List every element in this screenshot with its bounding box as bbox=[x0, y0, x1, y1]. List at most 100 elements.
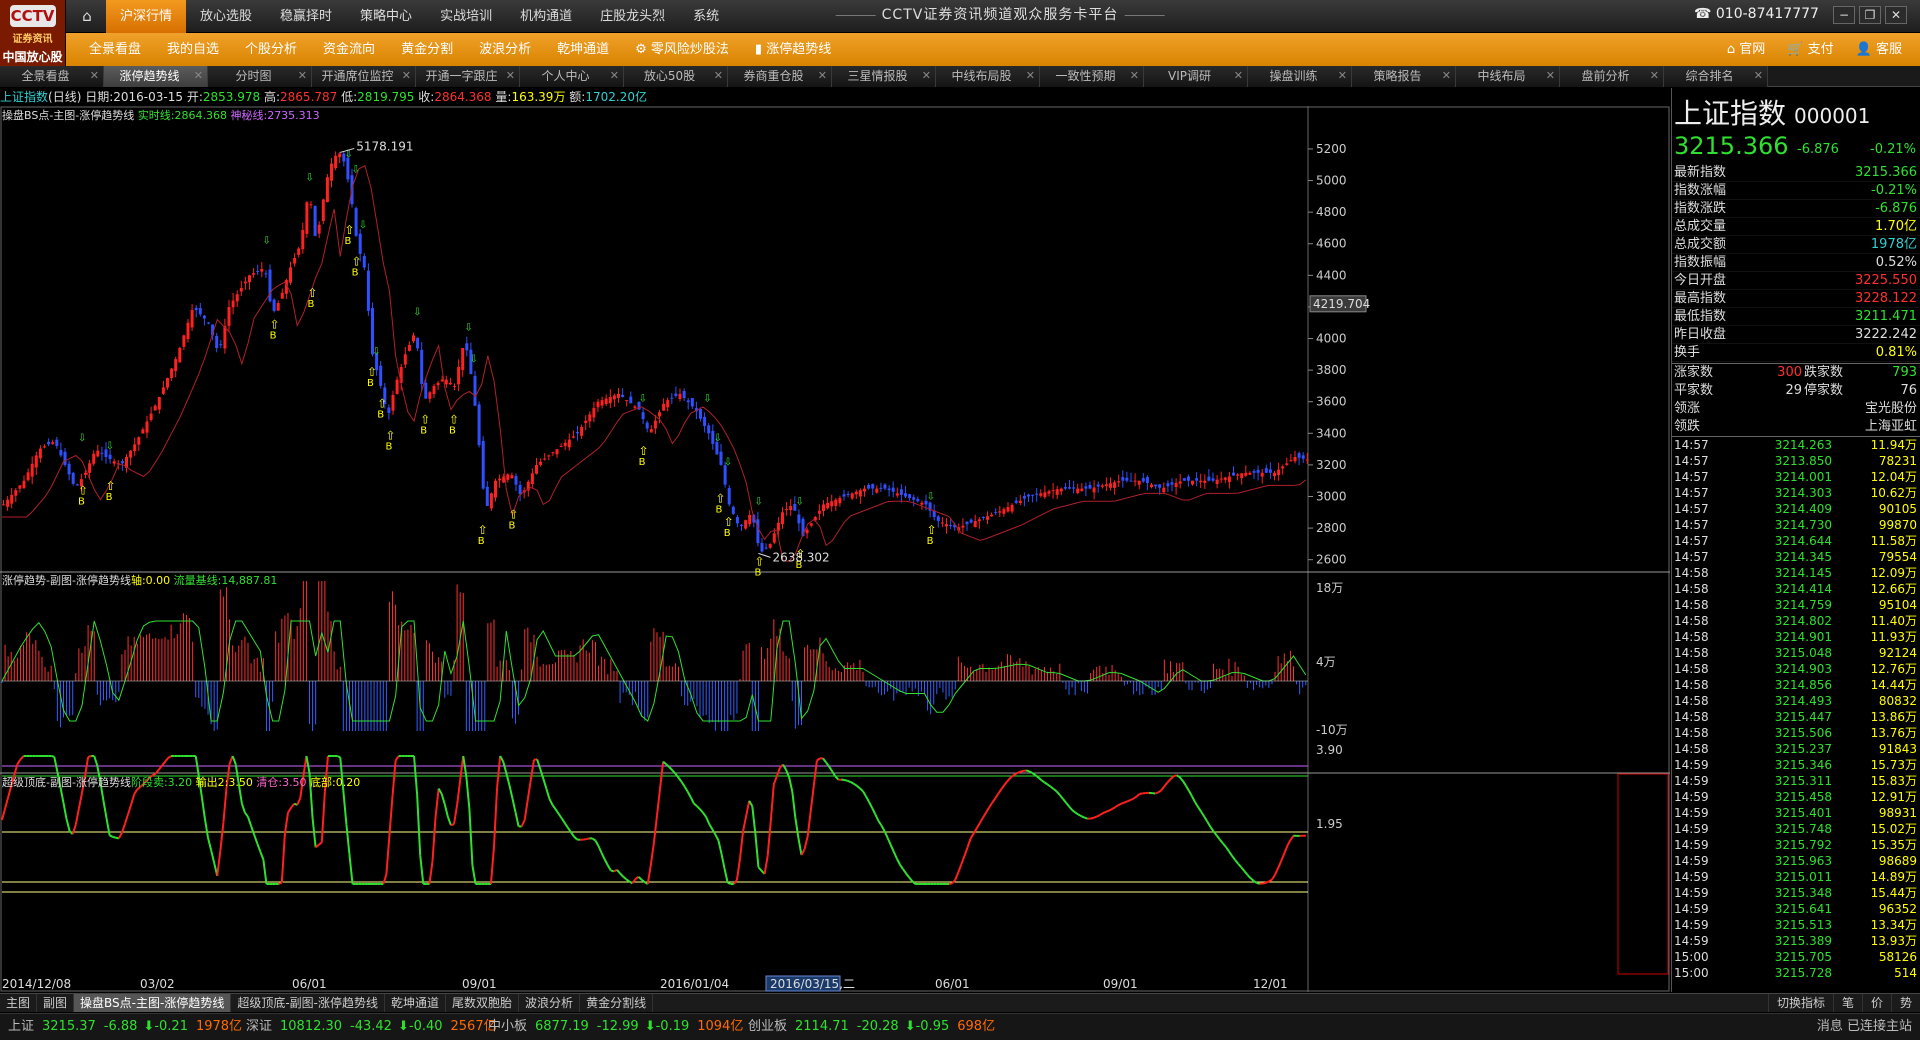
tab-15[interactable]: 盘前分析 ✕ bbox=[1560, 66, 1664, 87]
sub2-segment bbox=[287, 807, 292, 814]
candle-body bbox=[272, 299, 276, 311]
buy-signal: ⇧ bbox=[377, 397, 387, 411]
close-tab-icon[interactable]: ✕ bbox=[1754, 66, 1763, 86]
indicator-tab-6[interactable]: 波浪分析 bbox=[519, 994, 581, 1012]
tab-12[interactable]: 操盘训练 ✕ bbox=[1248, 66, 1352, 87]
home-icon[interactable]: ⌂ bbox=[76, 7, 98, 25]
sub-nav-item-4[interactable]: 黄金分割 bbox=[388, 33, 466, 66]
candle-body bbox=[84, 472, 87, 475]
y-tick-label: 3200 bbox=[1316, 458, 1347, 472]
chart-area[interactable]: 5200500048004600440042004000380036003400… bbox=[0, 106, 1670, 992]
top-nav-item-5[interactable]: 机构通道 bbox=[506, 0, 586, 33]
tab-6[interactable]: 放心50股 ✕ bbox=[624, 66, 728, 87]
sub2-segment bbox=[1096, 814, 1101, 818]
close-tab-icon[interactable]: ✕ bbox=[714, 66, 723, 86]
sub2-segment bbox=[668, 766, 674, 771]
indicator-right-3[interactable]: 势 bbox=[1890, 994, 1920, 1012]
tab-13[interactable]: 策略报告 ✕ bbox=[1352, 66, 1456, 87]
close-tab-icon[interactable]: ✕ bbox=[1338, 66, 1347, 86]
indicator-tab-0[interactable]: 主图 bbox=[0, 994, 38, 1012]
sub-nav-item-5[interactable]: 波浪分析 bbox=[466, 33, 544, 66]
sub2-segment bbox=[705, 816, 711, 825]
official-site-link[interactable]: ⌂ 官网 bbox=[1727, 33, 1765, 66]
candle-body bbox=[1047, 491, 1051, 494]
top-nav-item-3[interactable]: 策略中心 bbox=[346, 0, 426, 33]
top-nav-item-4[interactable]: 实战培训 bbox=[426, 0, 506, 33]
payment-link[interactable]: 🛒 支付 bbox=[1787, 33, 1833, 66]
tab-9[interactable]: 中线布局股 ✕ bbox=[936, 66, 1040, 87]
lead-up-stock[interactable]: 宝光股份 bbox=[1865, 400, 1917, 418]
minimize-icon[interactable]: − bbox=[1833, 6, 1855, 24]
tab-4[interactable]: 开通一字跟庄 ✕ bbox=[416, 66, 520, 87]
tab-11[interactable]: VIP调研 ✕ bbox=[1144, 66, 1248, 87]
indicator-tab-2[interactable]: 操盘BS点-主图-涨停趋势线 bbox=[74, 994, 232, 1012]
candle-body bbox=[309, 204, 313, 206]
indicator-tab-5[interactable]: 尾数双胞胎 bbox=[446, 994, 520, 1012]
close-tab-icon[interactable]: ✕ bbox=[1130, 66, 1139, 86]
indicator-tab-7[interactable]: 黄金分割线 bbox=[580, 994, 654, 1012]
sub-nav-item-7[interactable]: ⚙ 零风险炒股法 bbox=[622, 33, 742, 66]
candle-body bbox=[416, 337, 420, 349]
sub-nav-item-0[interactable]: 全景看盘 bbox=[76, 33, 154, 66]
close-icon[interactable]: ✕ bbox=[1885, 6, 1907, 24]
indicator-right-2[interactable]: 价 bbox=[1861, 994, 1891, 1012]
close-tab-icon[interactable]: ✕ bbox=[194, 66, 203, 86]
status-index-3[interactable]: 创业板 2114.71 -20.28 ⬇-0.95 698亿 bbox=[748, 1014, 995, 1040]
sub2-segment bbox=[1206, 821, 1212, 828]
tab-0[interactable]: 全景看盘 ✕ bbox=[0, 66, 104, 87]
indicator-right-1[interactable]: 笔 bbox=[1832, 994, 1862, 1012]
restore-icon[interactable]: ❐ bbox=[1859, 6, 1881, 24]
close-tab-icon[interactable]: ✕ bbox=[1026, 66, 1035, 86]
close-tab-icon[interactable]: ✕ bbox=[610, 66, 619, 86]
kline-chart[interactable]: 5200500048004600440042004000380036003400… bbox=[0, 106, 1670, 992]
sub-nav-item-2[interactable]: 个股分析 bbox=[232, 33, 310, 66]
tab-8[interactable]: 三星情报股 ✕ bbox=[832, 66, 936, 87]
status-index-1[interactable]: 深证 10812.30 -43.42 ⬇-0.40 2567亿 bbox=[246, 1014, 497, 1040]
tick-row: 15:00 3215.728 514 bbox=[1672, 965, 1920, 981]
tab-3[interactable]: 开通席位监控 ✕ bbox=[312, 66, 416, 87]
top-nav-item-2[interactable]: 稳赢择时 bbox=[266, 0, 346, 33]
close-tab-icon[interactable]: ✕ bbox=[818, 66, 827, 86]
candle-body bbox=[834, 499, 838, 506]
buy-signal: ⇧ bbox=[270, 318, 280, 332]
sub2-segment bbox=[1123, 800, 1128, 804]
top-nav-item-0[interactable]: 沪深行情 bbox=[106, 0, 187, 33]
close-tab-icon[interactable]: ✕ bbox=[298, 66, 307, 86]
close-tab-icon[interactable]: ✕ bbox=[90, 66, 99, 86]
tick-volume: 12.04万 bbox=[1870, 470, 1917, 484]
tab-1[interactable]: 涨停趋势线 ✕ bbox=[104, 66, 208, 87]
peak-annotation: 5178.191 bbox=[356, 139, 413, 153]
status-index-2[interactable]: 中小板 6877.19 -12.99 ⬇-0.19 1094亿 bbox=[488, 1014, 743, 1040]
close-tab-icon[interactable]: ✕ bbox=[1234, 66, 1243, 86]
indicator-right-0[interactable]: 切换指标 bbox=[1767, 994, 1833, 1012]
sub2-segment bbox=[1139, 792, 1143, 795]
customer-service-link[interactable]: 👤 客服 bbox=[1856, 33, 1902, 66]
sub-nav-item-1[interactable]: 我的自选 bbox=[154, 33, 232, 66]
indicator-tab-3[interactable]: 超级顶底-副图-涨停趋势线 bbox=[231, 994, 386, 1012]
tab-5[interactable]: 个人中心 ✕ bbox=[520, 66, 624, 87]
lead-down-stock[interactable]: 上海亚虹 bbox=[1865, 418, 1917, 436]
close-tab-icon[interactable]: ✕ bbox=[1442, 66, 1451, 86]
close-tab-icon[interactable]: ✕ bbox=[1546, 66, 1555, 86]
sub-nav-item-6[interactable]: 乾坤通道 bbox=[544, 33, 622, 66]
indicator-tab-4[interactable]: 乾坤通道 bbox=[385, 994, 447, 1012]
tab-10[interactable]: 一致性预期 ✕ bbox=[1040, 66, 1144, 87]
tab-14[interactable]: 中线布局 ✕ bbox=[1456, 66, 1560, 87]
sub2-segment bbox=[711, 828, 717, 836]
sub-nav-item-8[interactable]: ▮ 涨停趋势线 bbox=[742, 33, 844, 66]
close-tab-icon[interactable]: ✕ bbox=[1650, 66, 1659, 86]
main-label: 操盘BS点-主图-涨停趋势线 bbox=[2, 109, 135, 122]
top-nav-item-6[interactable]: 庄股龙头烈 bbox=[586, 0, 679, 33]
top-nav-item-7[interactable]: 系统 bbox=[679, 0, 733, 33]
tab-7[interactable]: 券商重仓股 ✕ bbox=[728, 66, 832, 87]
status-index-0[interactable]: 上证 3215.37 -6.88 ⬇-0.21 1978亿 bbox=[8, 1014, 242, 1040]
tab-16[interactable]: 综合排名 ✕ bbox=[1664, 66, 1768, 87]
close-tab-icon[interactable]: ✕ bbox=[402, 66, 411, 86]
close-tab-icon[interactable]: ✕ bbox=[922, 66, 931, 86]
tab-2[interactable]: 分时图 ✕ bbox=[208, 66, 312, 87]
indicator-tab-1[interactable]: 副图 bbox=[37, 994, 75, 1012]
candle-body bbox=[1035, 493, 1039, 495]
close-tab-icon[interactable]: ✕ bbox=[506, 66, 515, 86]
top-nav-item-1[interactable]: 放心选股 bbox=[186, 0, 266, 33]
sub-nav-item-3[interactable]: 资金流向 bbox=[310, 33, 388, 66]
